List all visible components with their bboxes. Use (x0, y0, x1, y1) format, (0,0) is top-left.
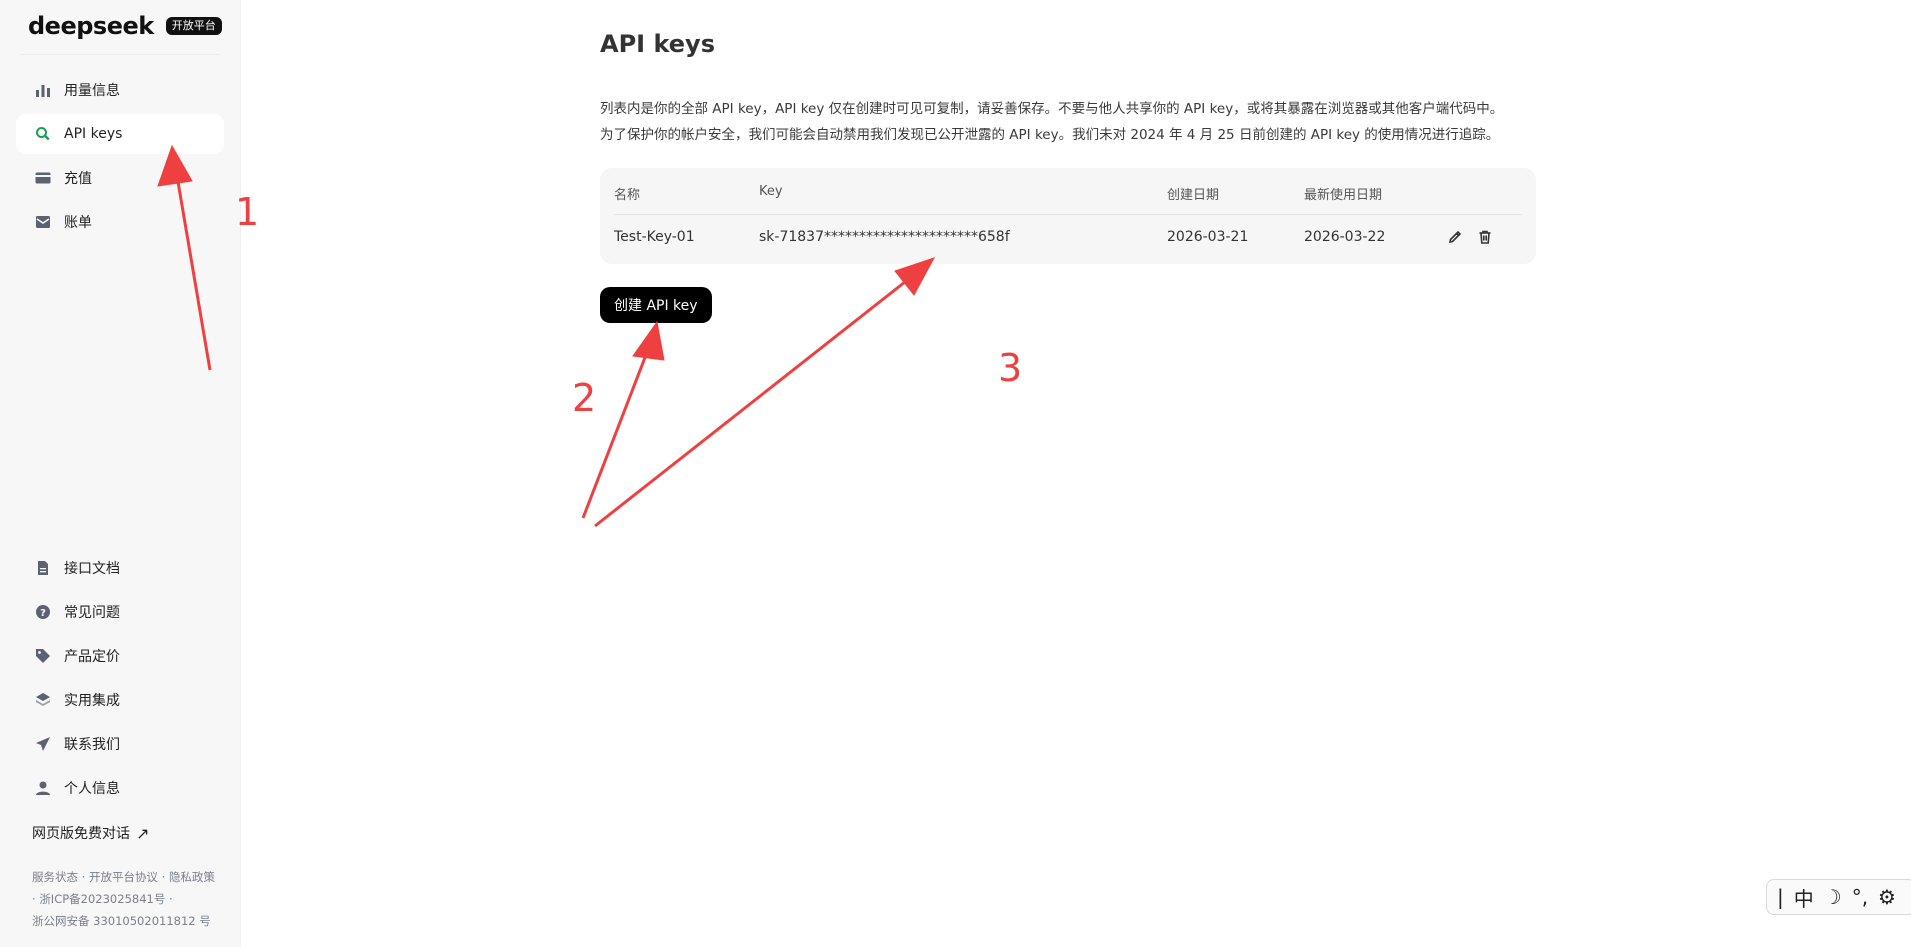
annotation-label-3: 3 (998, 346, 1023, 390)
created-date-cell: 2026-03-21 (1167, 229, 1249, 245)
edit-icon[interactable] (1446, 228, 1464, 246)
sidebar-item-profile[interactable]: 个人信息 (16, 768, 224, 808)
logo[interactable]: deepseek 开放平台 (28, 12, 222, 40)
column-header-name: 名称 (614, 188, 641, 203)
annotation-label-1: 1 (235, 190, 260, 234)
privacy-policy-link[interactable]: 隐私政策 (169, 870, 215, 884)
logo-wordmark: deepseek (28, 12, 154, 40)
platform-badge: 开放平台 (165, 17, 222, 35)
service-status-link[interactable]: 服务状态 (32, 870, 78, 884)
layers-icon (34, 691, 52, 709)
sidebar-item-label: 用量信息 (64, 83, 120, 99)
punctuation-toggle[interactable]: °, (1852, 885, 1868, 909)
annotation-arrow-2-head (632, 320, 665, 361)
sidebar-item-label: 接口文档 (64, 561, 120, 577)
envelope-icon (34, 213, 52, 231)
sidebar-item-pricing[interactable]: 产品定价 (16, 636, 224, 676)
page-title: API keys (600, 30, 715, 58)
sidebar-item-integrations[interactable]: 实用集成 (16, 680, 224, 720)
key-value-cell: sk-71837**********************658f (759, 229, 1010, 245)
sidebar-item-api-keys[interactable]: API keys (16, 114, 224, 154)
table-divider (614, 214, 1522, 215)
last-used-date-cell: 2026-03-22 (1304, 229, 1386, 245)
footer: 服务状态 · 开放平台协议 · 隐私政策 · 浙ICP备2023025841号 … (32, 866, 232, 932)
description-line: 为了保护你的帐户安全，我们可能会自动禁用我们发现已公开泄露的 API key。我… (600, 127, 1500, 143)
sidebar-item-label: 实用集成 (64, 693, 120, 709)
column-header-created: 创建日期 (1167, 188, 1220, 203)
user-icon (34, 779, 52, 797)
search-key-icon (34, 125, 52, 143)
credit-card-icon (34, 169, 52, 187)
annotation-label-2: 2 (572, 376, 597, 420)
sidebar-item-api-docs[interactable]: 接口文档 (16, 548, 224, 588)
ime-toolbar: | 中 ☽ °, ⚙ (1766, 879, 1911, 915)
sidebar: deepseek 开放平台 用量信息 API keys 充值 账单 接口文档 ?… (0, 0, 241, 947)
sidebar-item-faq[interactable]: ? 常见问题 (16, 592, 224, 632)
divider (20, 54, 220, 55)
icp-link[interactable]: 浙ICP备2023025841号 (39, 892, 165, 906)
bar-chart-icon (34, 81, 52, 99)
sidebar-item-label: API keys (64, 126, 123, 142)
ime-mode-toggle[interactable]: 中 (1794, 883, 1814, 912)
key-name-cell: Test-Key-01 (614, 229, 695, 245)
sidebar-item-recharge[interactable]: 充值 (16, 158, 224, 198)
moon-icon[interactable]: ☽ (1824, 885, 1842, 909)
sidebar-item-label: 产品定价 (64, 649, 120, 665)
sidebar-item-billing[interactable]: 账单 (16, 202, 224, 242)
external-arrow-icon: ↗ (136, 823, 150, 843)
page-description: 列表内是你的全部 API key，API key 仅在创建时可见可复制，请妥善保… (600, 96, 1560, 148)
sidebar-item-contact[interactable]: 联系我们 (16, 724, 224, 764)
platform-agreement-link[interactable]: 开放平台协议 (89, 870, 158, 884)
sidebar-item-label: 账单 (64, 215, 92, 231)
svg-text:?: ? (40, 608, 46, 619)
sidebar-item-label: 充值 (64, 171, 92, 187)
footer-dot: · (161, 870, 166, 884)
annotation-arrow-2 (581, 341, 653, 519)
column-header-key: Key (759, 184, 783, 199)
gear-icon[interactable]: ⚙ (1878, 885, 1896, 909)
api-keys-table: 名称 Key 创建日期 最新使用日期 Test-Key-01 sk-71837*… (600, 168, 1536, 264)
description-line: 列表内是你的全部 API key，API key 仅在创建时可见可复制，请妥善保… (600, 101, 1504, 117)
web-chat-link[interactable]: 网页版免费对话 ↗ (32, 823, 149, 843)
ime-drag-handle[interactable]: | (1777, 885, 1784, 909)
question-icon: ? (34, 603, 52, 621)
delete-icon[interactable] (1476, 228, 1494, 246)
column-header-last-used: 最新使用日期 (1304, 188, 1383, 203)
document-icon (34, 559, 52, 577)
footer-dot: · (32, 892, 36, 906)
footer-dot: · (81, 870, 86, 884)
police-record-link[interactable]: 浙公网安备 33010502011812 号 (32, 914, 211, 928)
create-api-key-button[interactable]: 创建 API key (600, 287, 712, 323)
sidebar-item-label: 个人信息 (64, 781, 120, 797)
web-chat-label: 网页版免费对话 (32, 826, 130, 842)
price-tag-icon (34, 647, 52, 665)
sidebar-item-label: 常见问题 (64, 605, 120, 621)
sidebar-item-label: 联系我们 (64, 737, 120, 753)
send-icon (34, 735, 52, 753)
footer-dot: · (169, 892, 173, 906)
sidebar-item-usage[interactable]: 用量信息 (16, 70, 224, 110)
